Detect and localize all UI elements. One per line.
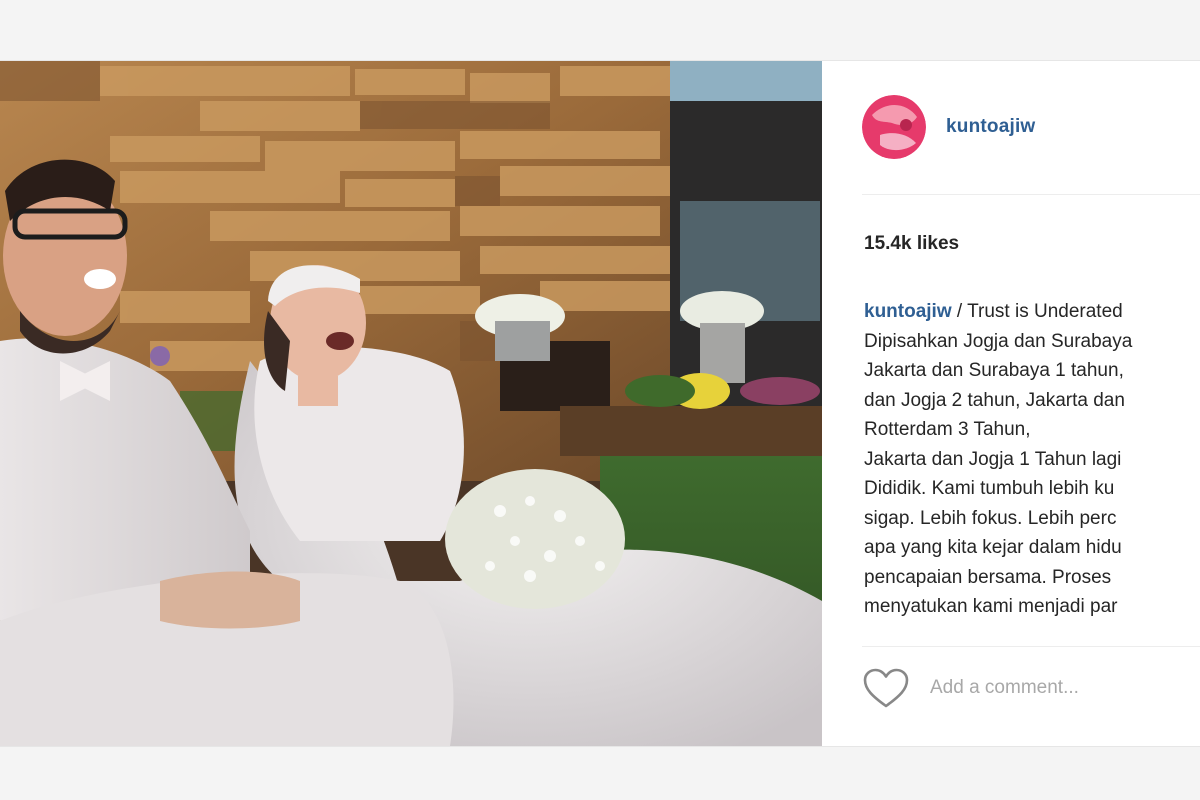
post-photo[interactable] [0,61,822,746]
post-header: kuntoajiw [862,95,1200,159]
post-actions [862,666,1200,710]
caption-line-3: Jakarta dan Surabaya 1 tahun, [864,360,1124,381]
header-divider [862,194,1200,195]
likes-count[interactable]: 15.4k likes [864,233,959,255]
caption-line-10: pencapaian bersama. Proses [864,566,1112,588]
caption-line-1: kuntoajiw / Trust is Underated [864,297,1200,327]
caption-line-5: Rotterdam 3 Tahun, [864,419,1031,440]
heart-icon[interactable] [862,667,910,709]
caption-line-7: Dididik. Kami tumbuh lebih ku [864,478,1115,499]
caption-line-11: menyatukan kami menjadi par [864,596,1118,617]
caption-text-1: / Trust is Underated [951,301,1123,322]
avatar-image [862,95,926,159]
caption-line-9: apa yang kita kejar dalam hidu [864,537,1122,558]
actions-divider [862,646,1200,647]
wedding-photo-illustration [0,61,822,746]
profile-avatar[interactable] [862,95,926,159]
caption-line-6: Jakarta dan Jogja 1 Tahun lagi [864,448,1122,470]
caption-username[interactable]: kuntoajiw [864,301,952,322]
caption-line-8: sigap. Lebih fokus. Lebih perc [864,507,1117,529]
comment-input[interactable] [928,676,1200,700]
post-caption: kuntoajiw / Trust is Underated Dipisahka… [864,297,1200,622]
instagram-post: kuntoajiw 15.4k likes kuntoajiw / Trust … [0,60,1200,747]
page: kuntoajiw 15.4k likes kuntoajiw / Trust … [0,0,1200,800]
post-sidebar: kuntoajiw 15.4k likes kuntoajiw / Trust … [822,61,1200,746]
header-username[interactable]: kuntoajiw [946,116,1035,138]
caption-line-2: Dipisahkan Jogja dan Surabaya [864,330,1133,352]
caption-line-4: dan Jogja 2 tahun, Jakarta dan [864,389,1125,411]
